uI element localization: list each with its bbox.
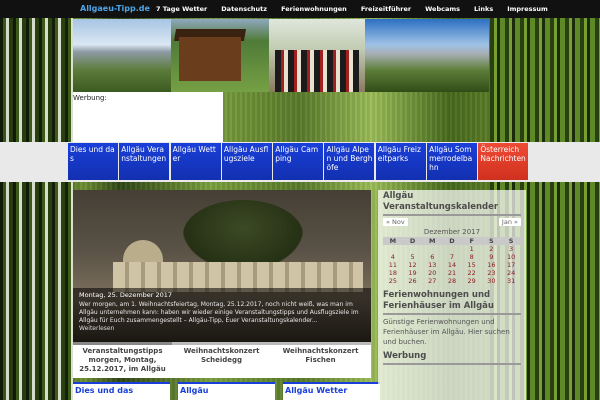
nav-link-ferienwohnungen[interactable]: Ferienwohnungen	[281, 5, 347, 13]
calendar-day[interactable]: 1	[462, 245, 482, 253]
category-tab-dies-und-das[interactable]: Dies und das	[68, 143, 118, 180]
slider-excerpt: Wer morgen, am 1. Weihnachtsfeiertag, Mo…	[79, 301, 359, 324]
calendar-next-link[interactable]: Jan »	[498, 218, 521, 226]
section-title-allgaeu[interactable]: Allgäu	[178, 382, 275, 400]
section-title-dies-und-das[interactable]: Dies und das	[73, 382, 170, 400]
slider-date: Montag, 25. Dezember 2017	[79, 291, 173, 299]
category-tabs: Dies und das Allgäu Veranstaltungen Allg…	[68, 143, 530, 180]
ad-label: Werbung:	[73, 94, 107, 102]
fewo-widget-title: Ferienwohnungen und Ferienhäuser im Allg…	[383, 290, 521, 315]
calendar-day[interactable]: 2	[482, 245, 502, 253]
slide-tab[interactable]: Weihnachtskonzert Scheidegg	[172, 345, 271, 378]
category-tab-sommerrodelbahn[interactable]: Allgäu Sommerrodelbahn	[427, 143, 478, 180]
calendar-week: 11 12 13 14 15 16 17	[383, 261, 521, 269]
calendar-weekday: D	[402, 237, 423, 245]
calendar-day[interactable]: 17	[501, 261, 521, 269]
slider-image-tree	[183, 200, 303, 270]
nav-link-wetter[interactable]: 7 Tage Wetter	[156, 5, 207, 13]
calendar-day[interactable]: 14	[442, 261, 462, 269]
site-logo-link[interactable]: Allgaeu-Tipp.de	[80, 4, 150, 13]
calendar-day[interactable]: 30	[482, 277, 502, 285]
calendar-week: 18 19 20 21 22 23 24	[383, 269, 521, 277]
calendar-day[interactable]: 9	[482, 253, 502, 261]
calendar-weekday: S	[481, 237, 502, 245]
nav-link-webcams[interactable]: Webcams	[425, 5, 460, 13]
sidebar: Allgäu Veranstaltungskalender « Nov Jan …	[378, 190, 526, 400]
calendar-day[interactable]: 15	[462, 261, 482, 269]
slide-tab[interactable]: Weihnachtskonzert Fischen	[271, 345, 370, 378]
slider-thumbnails: Veranstaltungstipps morgen, Montag, 25.1…	[73, 342, 371, 378]
calendar-day[interactable]: 29	[462, 277, 482, 285]
category-tab-veranstaltungen[interactable]: Allgäu Veranstaltungen	[119, 143, 170, 180]
calendar-day	[442, 245, 462, 253]
calendar-day[interactable]: 26	[403, 277, 423, 285]
category-tab-ausflugsziele[interactable]: Allgäu Ausflugsziele	[221, 143, 272, 180]
category-tab-camping[interactable]: Allgäu Camping	[273, 143, 324, 180]
calendar-day[interactable]: 3	[501, 245, 521, 253]
category-tab-alpen[interactable]: Allgäu Alpen und Berghöfe	[324, 143, 375, 180]
calendar-day[interactable]: 13	[422, 261, 442, 269]
calendar-day[interactable]: 4	[383, 253, 403, 261]
calendar-day[interactable]: 25	[383, 277, 403, 285]
header-photo-band	[269, 19, 365, 92]
calendar-day[interactable]: 18	[383, 269, 403, 277]
calendar-day[interactable]: 24	[501, 269, 521, 277]
calendar-weekday: F	[461, 237, 482, 245]
nav-link-links[interactable]: Links	[474, 5, 493, 13]
slider-read-more-link[interactable]: Weiterlesen	[79, 325, 365, 332]
calendar-day[interactable]: 21	[442, 269, 462, 277]
category-tab-oesterreich[interactable]: Österreich Nachrichten	[478, 143, 529, 180]
calendar-day[interactable]: 23	[482, 269, 502, 277]
nav-link-freizeitfuehrer[interactable]: Freizeitführer	[361, 5, 411, 13]
category-tab-freizeitparks[interactable]: Allgäu Freizeitparks	[375, 143, 426, 180]
ad-widget-title: Werbung	[383, 351, 521, 365]
calendar-day[interactable]: 27	[422, 277, 442, 285]
header-photo-mountains	[73, 19, 171, 92]
calendar-day[interactable]: 7	[442, 253, 462, 261]
calendar-day[interactable]: 5	[403, 253, 423, 261]
calendar-day[interactable]: 11	[383, 261, 403, 269]
top-navbar: Allgaeu-Tipp.de 7 Tage Wetter Datenschut…	[0, 0, 600, 18]
nav-link-datenschutz[interactable]: Datenschutz	[221, 5, 267, 13]
calendar-day[interactable]: 8	[462, 253, 482, 261]
calendar-widget-title: Allgäu Veranstaltungskalender	[383, 191, 521, 216]
fewo-widget-text[interactable]: Günstige Ferienwohnungen und Ferienhäuse…	[383, 317, 521, 347]
header-photo-hut	[171, 19, 269, 92]
slider-caption: Montag, 25. Dezember 2017 Wer morgen, am…	[73, 288, 371, 342]
section-titles: Dies und das Allgäu Allgäu Wetter	[73, 382, 388, 400]
calendar-day[interactable]: 6	[422, 253, 442, 261]
calendar-nav: « Nov Jan »	[383, 218, 521, 226]
calendar-day[interactable]: 19	[403, 269, 423, 277]
nav-link-impressum[interactable]: Impressum	[507, 5, 548, 13]
calendar-week: 4 5 6 7 8 9 10	[383, 253, 521, 261]
calendar-weekday: M	[383, 237, 403, 245]
section-title-wetter[interactable]: Allgäu Wetter	[283, 382, 380, 400]
calendar-weekday: M	[422, 237, 443, 245]
calendar-day	[383, 245, 403, 253]
calendar-prev-link[interactable]: « Nov	[383, 218, 408, 226]
calendar-weekday: S	[501, 237, 521, 245]
calendar-day[interactable]: 22	[462, 269, 482, 277]
top-nav-menu: 7 Tage Wetter Datenschutz Ferienwohnunge…	[156, 5, 562, 13]
calendar-weekday: D	[442, 237, 462, 245]
calendar-day[interactable]: 28	[442, 277, 462, 285]
calendar-day[interactable]: 16	[482, 261, 502, 269]
header-photo-alps	[365, 19, 489, 92]
featured-slider[interactable]: Montag, 25. Dezember 2017 Wer morgen, am…	[73, 190, 371, 342]
calendar-day[interactable]: 20	[422, 269, 442, 277]
category-tab-wetter[interactable]: Allgäu Wetter	[170, 143, 221, 180]
calendar-month: Dezember 2017	[423, 228, 481, 236]
slide-tab[interactable]: Veranstaltungstipps morgen, Montag, 25.1…	[73, 342, 172, 378]
calendar-day	[422, 245, 442, 253]
grass-background-left	[0, 18, 73, 400]
calendar-day[interactable]: 10	[501, 253, 521, 261]
calendar-day	[403, 245, 423, 253]
calendar-week: 123	[383, 245, 521, 253]
header-photo-strip	[73, 19, 489, 92]
calendar-day[interactable]: 12	[403, 261, 423, 269]
calendar-day[interactable]: 31	[501, 277, 521, 285]
calendar-table: M D M D F S S 1 2 3 4 5 6 7 8 9 10 11 12 13 14 15 16 17 1…	[383, 237, 521, 285]
calendar-week: 25 26 27 28 29 30 31	[383, 277, 521, 285]
